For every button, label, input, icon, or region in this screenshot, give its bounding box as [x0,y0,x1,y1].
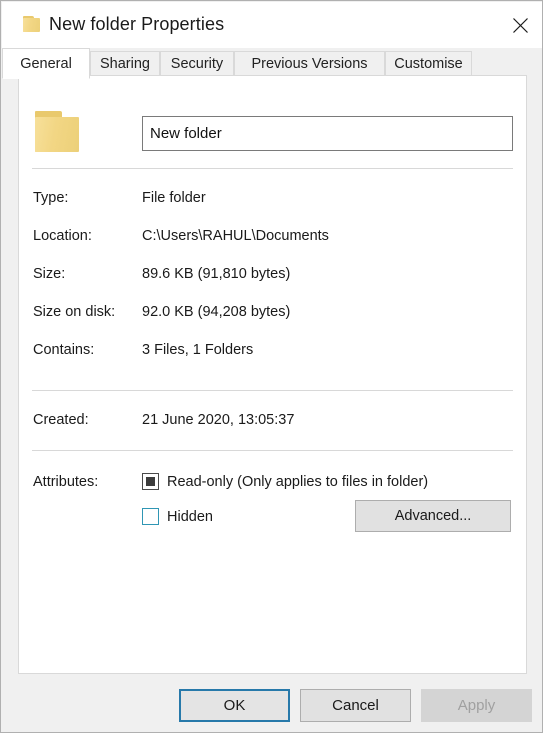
created-value: 21 June 2020, 13:05:37 [142,412,295,428]
window-title: New folder Properties [49,14,225,34]
size-on-disk-value: 92.0 KB (94,208 bytes) [142,304,291,320]
readonly-checkbox[interactable] [142,473,159,490]
folder-icon-large [35,108,79,152]
advanced-button[interactable]: Advanced... [355,500,511,532]
attributes-label: Attributes: [33,474,99,490]
title-bar: New folder Properties [2,2,542,48]
tab-previous-versions[interactable]: Previous Versions [234,51,385,76]
hidden-checkbox-row[interactable]: Hidden [142,508,213,525]
readonly-label: Read-only (Only applies to files in fold… [167,473,429,490]
readonly-checkbox-row[interactable]: Read-only (Only applies to files in fold… [142,473,428,490]
divider-created-bottom [32,450,513,451]
contains-label: Contains: [33,342,95,358]
tab-sharing[interactable]: Sharing [90,51,160,76]
divider-top [32,168,513,169]
divider-created-top [32,390,513,391]
tab-customise[interactable]: Customise [385,51,472,76]
apply-button: Apply [421,689,532,722]
created-label: Created: [33,412,89,428]
tab-strip: General Sharing Security Previous Versio… [2,48,542,79]
hidden-checkbox[interactable] [142,508,159,525]
tab-general[interactable]: General [2,48,90,79]
type-label: Type: [33,190,69,206]
contains-value: 3 Files, 1 Folders [142,342,254,358]
cancel-button[interactable]: Cancel [300,689,411,722]
size-value: 89.6 KB (91,810 bytes) [142,266,291,282]
ok-button[interactable]: OK [179,689,290,722]
location-label: Location: [33,228,92,244]
hidden-label: Hidden [167,508,213,525]
close-icon[interactable] [497,2,542,48]
folder-name-input[interactable] [142,116,513,151]
size-label: Size: [33,266,66,282]
properties-dialog: New folder Properties General Sharing Se… [0,0,543,733]
location-value: C:\Users\RAHUL\Documents [142,228,329,244]
folder-icon [23,15,40,32]
tab-security[interactable]: Security [160,51,234,76]
type-value: File folder [142,190,206,206]
general-tab-panel: Type: File folder Location: C:\Users\RAH… [18,75,527,674]
size-on-disk-label: Size on disk: [33,304,116,320]
